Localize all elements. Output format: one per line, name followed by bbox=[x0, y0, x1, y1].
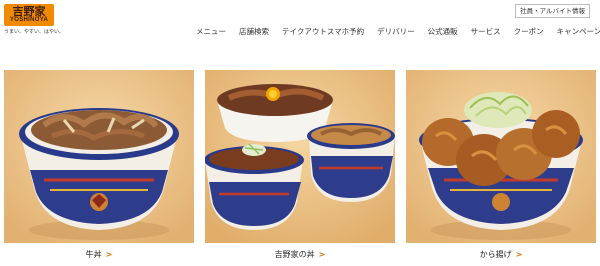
recruit-link[interactable]: 社員・アルバイト情報 bbox=[515, 4, 590, 18]
yoshinoya-bowls-photo[interactable] bbox=[205, 70, 395, 243]
nav-item-delivery[interactable]: デリバリー bbox=[377, 26, 415, 38]
nav-item-coupon[interactable]: クーポン bbox=[514, 26, 544, 38]
nav-item-menu[interactable]: メニュー bbox=[196, 26, 226, 38]
menu-cards: 牛丼 > 吉野家の丼 > から揚げ > bbox=[4, 70, 596, 266]
card-karaage[interactable]: から揚げ > bbox=[406, 70, 596, 266]
chevron-right-icon: > bbox=[515, 250, 523, 259]
chevron-right-icon: > bbox=[105, 250, 113, 259]
gyudon-bowl-photo[interactable] bbox=[4, 70, 194, 243]
card-caption[interactable]: から揚げ > bbox=[406, 243, 596, 266]
chevron-right-icon: > bbox=[318, 250, 326, 259]
card-caption[interactable]: 牛丼 > bbox=[4, 243, 194, 266]
card-gyudon[interactable]: 牛丼 > bbox=[4, 70, 194, 266]
nav-item-store-search[interactable]: 店舗検索 bbox=[239, 26, 269, 38]
nav-item-service[interactable]: サービス bbox=[471, 26, 501, 38]
card-label-yoshinoya-don[interactable]: 吉野家の丼 bbox=[275, 249, 315, 260]
logo-roman: YOSHINOYA bbox=[9, 17, 49, 23]
card-label-karaage[interactable]: から揚げ bbox=[480, 249, 512, 260]
card-yoshinoya-don[interactable]: 吉野家の丼 > bbox=[205, 70, 395, 266]
karaage-bowl-photo[interactable] bbox=[406, 70, 596, 243]
card-caption[interactable]: 吉野家の丼 > bbox=[205, 243, 395, 266]
logo-badge: 吉野家 YOSHINOYA bbox=[4, 4, 54, 26]
logo-kanji: 吉野家 bbox=[12, 5, 46, 18]
brand-tagline: うまい、やすい、はやい。 bbox=[4, 29, 65, 35]
global-nav: メニュー 店舗検索 テイクアウトスマホ予約 デリバリー 公式通販 サービス クー… bbox=[196, 26, 600, 38]
nav-item-campaign[interactable]: キャンペーン bbox=[557, 26, 600, 38]
brand-logo[interactable]: 吉野家 YOSHINOYA うまい、やすい、はやい。 bbox=[4, 4, 65, 38]
card-label-gyudon[interactable]: 牛丼 bbox=[86, 249, 102, 260]
nav-item-online-shop[interactable]: 公式通販 bbox=[428, 26, 458, 38]
nav-item-takeout[interactable]: テイクアウトスマホ予約 bbox=[282, 26, 364, 38]
